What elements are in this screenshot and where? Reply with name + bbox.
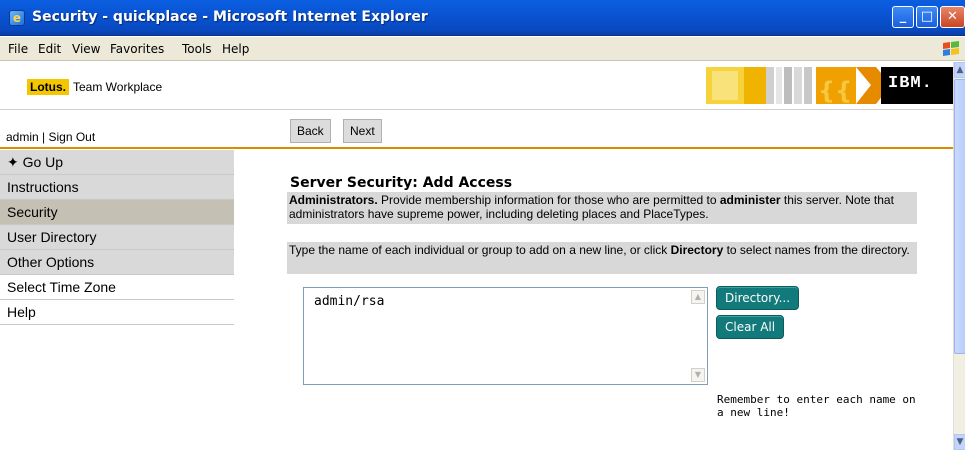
menu-help[interactable]: Help — [222, 42, 249, 56]
sidebar-item-help[interactable]: Help — [0, 300, 234, 325]
maximize-button[interactable]: □ — [916, 6, 938, 28]
names-value: admin/rsa — [314, 294, 385, 309]
menu-view[interactable]: View — [72, 42, 100, 56]
page-title: Server Security: Add Access — [290, 175, 513, 191]
web-page: Lotus. Team Workplace {{ IBM. admin | Si… — [0, 62, 953, 450]
header-divider — [0, 147, 953, 149]
close-button[interactable]: ✕ — [940, 6, 965, 28]
user-signout-line[interactable]: admin | Sign Out — [6, 130, 95, 144]
menu-tools[interactable]: Tools — [182, 42, 212, 56]
textarea-scroll-down-icon[interactable]: ▼ — [691, 368, 705, 382]
reminder-note: Remember to enter each name on a new lin… — [717, 393, 916, 419]
sidebar-item-time-zone[interactable]: Select Time Zone — [0, 275, 234, 300]
ibm-logo: IBM. — [888, 74, 933, 93]
scroll-thumb[interactable] — [954, 79, 965, 354]
sidebar-nav: ✦ Go Up Instructions Security User Direc… — [0, 150, 234, 325]
window-title: Security - quickplace - Microsoft Intern… — [32, 9, 428, 25]
brand-header: Lotus. Team Workplace {{ IBM. — [0, 62, 953, 110]
admin-text-1: Provide membership information for those… — [377, 193, 720, 207]
sidebar-item-user-directory[interactable]: User Directory — [0, 225, 234, 250]
menu-bar: File Edit View Favorites Tools Help — [0, 37, 965, 61]
title-bar[interactable]: e Security - quickplace - Microsoft Inte… — [0, 0, 965, 36]
textarea-scroll-up-icon[interactable]: ▲ — [691, 290, 705, 304]
type-text-2: to select names from the directory. — [723, 243, 910, 257]
scroll-down-icon[interactable]: ▼ — [954, 434, 965, 450]
page-scrollbar[interactable]: ▲ ▼ — [953, 62, 965, 450]
svg-text:{{: {{ — [818, 77, 852, 104]
instructions-description: Type the name of each individual or grou… — [287, 242, 917, 274]
menu-favorites[interactable]: Favorites — [110, 42, 164, 56]
minimize-button[interactable]: _ — [892, 6, 914, 28]
windows-logo-icon — [943, 41, 959, 56]
menu-edit[interactable]: Edit — [38, 42, 61, 56]
lotus-logo: Lotus. — [27, 79, 69, 95]
sidebar-item-go-up[interactable]: ✦ Go Up — [0, 150, 234, 175]
sidebar-item-instructions[interactable]: Instructions — [0, 175, 234, 200]
type-text-1: Type the name of each individual or grou… — [289, 243, 671, 257]
administrators-label: Administrators. — [289, 193, 378, 207]
sidebar-item-security[interactable]: Security — [0, 200, 234, 225]
administrators-description: Administrators. Provide membership infor… — [287, 192, 917, 224]
sidebar-item-other-options[interactable]: Other Options — [0, 250, 234, 275]
ie-icon: e — [9, 10, 25, 26]
names-textarea[interactable]: admin/rsa ▲ ▼ — [303, 287, 708, 385]
product-name: Team Workplace — [73, 80, 163, 94]
back-button[interactable]: Back — [290, 119, 331, 143]
directory-button[interactable]: Directory... — [716, 286, 800, 310]
menu-file[interactable]: File — [8, 42, 28, 56]
scroll-up-icon[interactable]: ▲ — [954, 62, 965, 78]
browser-window: e Security - quickplace - Microsoft Inte… — [0, 0, 965, 450]
directory-bold: Directory — [670, 243, 724, 257]
next-button[interactable]: Next — [343, 119, 382, 143]
administer-bold: administer — [719, 193, 781, 207]
clear-all-button[interactable]: Clear All — [716, 315, 785, 339]
